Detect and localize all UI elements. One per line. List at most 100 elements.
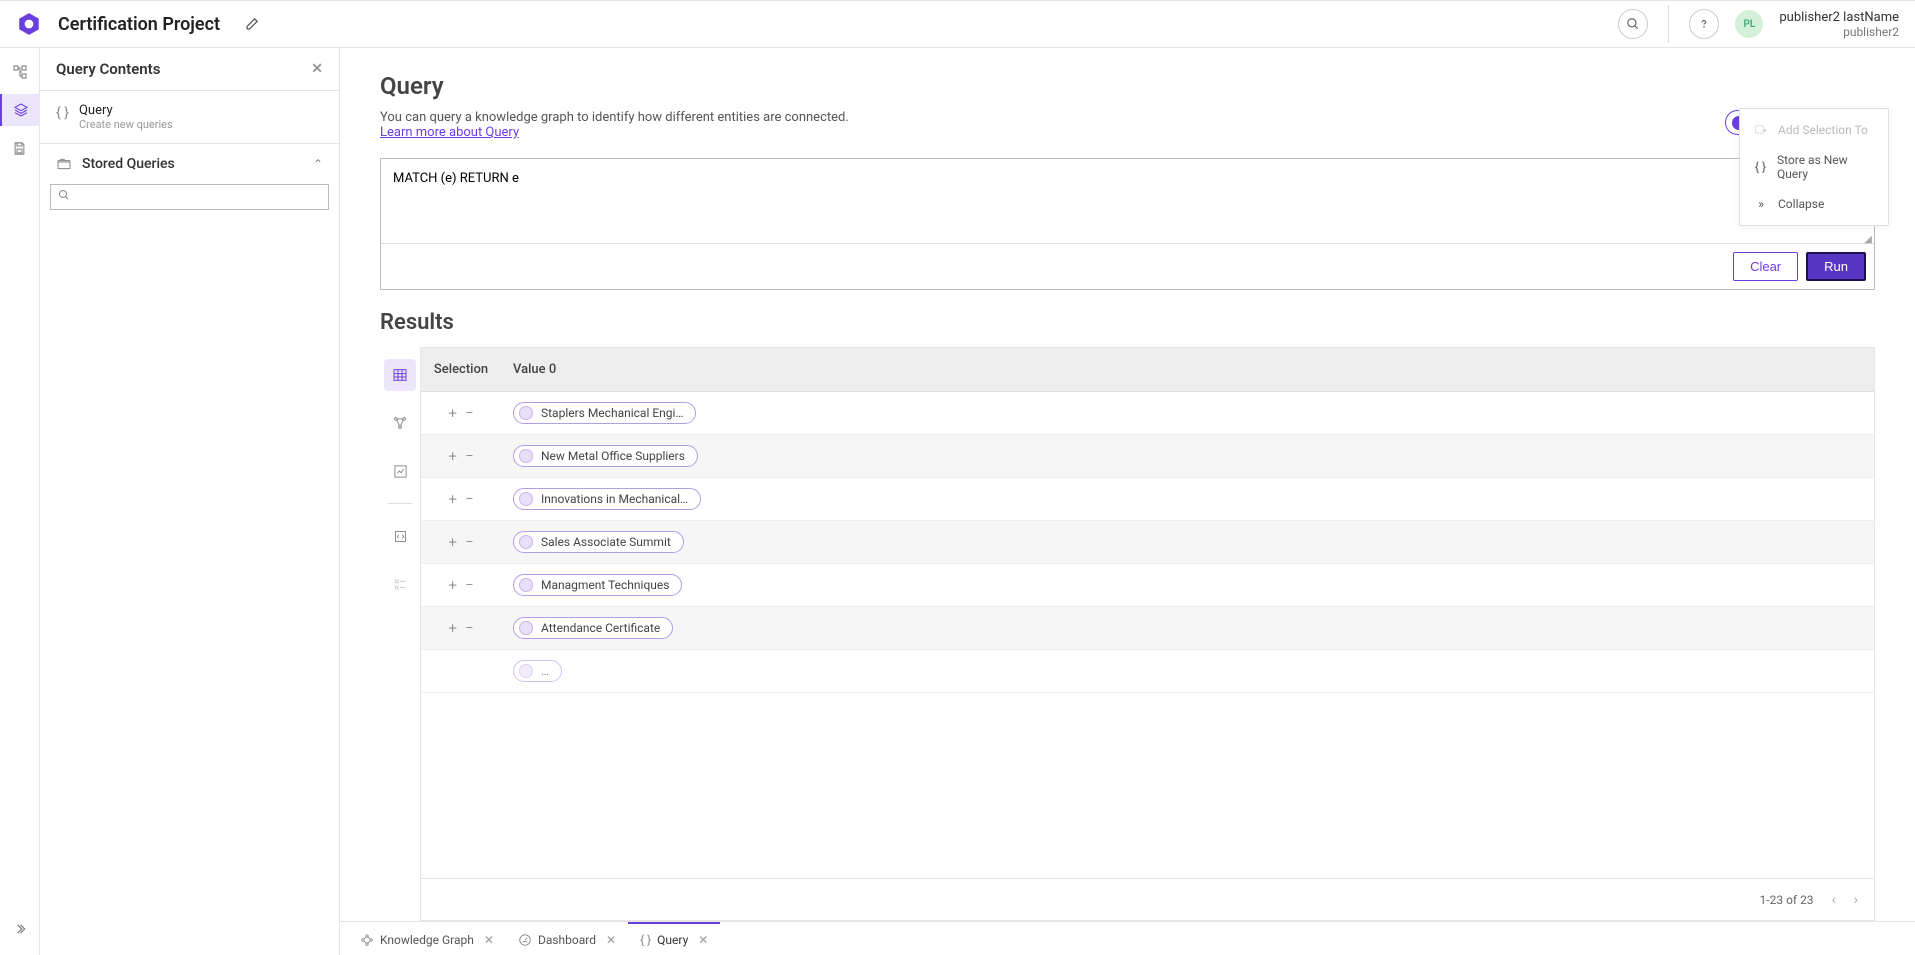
entity-dot-icon <box>519 578 533 592</box>
remove-icon[interactable]: − <box>465 490 474 508</box>
help-icon[interactable] <box>1689 9 1719 39</box>
project-title: Certification Project <box>58 14 220 35</box>
tab-label: Query <box>657 933 688 947</box>
value-cell: New Metal Office Suppliers <box>501 435 1874 478</box>
run-button[interactable]: Run <box>1806 252 1866 281</box>
results-title: Results <box>380 310 1875 335</box>
popover-store-query[interactable]: { } Store as New Query <box>1740 145 1888 189</box>
popover-add-selection-label: Add Selection To <box>1778 123 1868 137</box>
entity-pill[interactable]: Innovations in Mechanical… <box>513 488 701 510</box>
view-chart-icon[interactable] <box>384 455 416 487</box>
chevron-up-icon: ⌃ <box>313 157 323 171</box>
app-header: Certification Project PL publisher2 last… <box>0 0 1915 48</box>
add-icon[interactable]: + <box>448 447 456 465</box>
rail-expand-icon[interactable] <box>4 913 36 945</box>
collapse-icon: » <box>1754 197 1768 211</box>
entity-pill[interactable]: Managment Techniques <box>513 574 682 596</box>
divider <box>388 503 412 504</box>
view-graph-icon[interactable] <box>384 407 416 439</box>
stored-queries-header[interactable]: Stored Queries ⌃ <box>40 144 339 184</box>
main-area: Query You can query a knowledge graph to… <box>340 48 1915 955</box>
close-icon[interactable]: ✕ <box>311 61 323 77</box>
dashboard-icon <box>518 933 532 947</box>
page-title: Query <box>380 72 1875 100</box>
add-icon[interactable]: + <box>448 619 456 637</box>
sidebar-panel: Query Contents ✕ { } Query Create new qu… <box>40 48 340 955</box>
pagination-label: 1-23 of 23 <box>1760 893 1814 907</box>
add-icon[interactable]: + <box>448 533 456 551</box>
entity-dot-icon <box>519 492 533 506</box>
tab-query[interactable]: { }Query✕ <box>628 922 720 955</box>
add-icon[interactable]: + <box>448 576 456 594</box>
entity-label: Managment Techniques <box>541 578 669 592</box>
remove-icon[interactable]: − <box>465 447 474 465</box>
entity-label: … <box>541 664 549 678</box>
rail-item-save[interactable] <box>4 132 36 164</box>
clear-button[interactable]: Clear <box>1733 252 1798 281</box>
entity-pill[interactable]: Staplers Mechanical Engi… <box>513 402 696 424</box>
tab-dashboard[interactable]: Dashboard ✕ <box>506 922 628 955</box>
column-header-value0: Value 0 <box>501 348 1874 392</box>
user-info[interactable]: publisher2 lastName publisher2 <box>1779 10 1899 39</box>
view-list-icon[interactable] <box>384 568 416 600</box>
entity-pill[interactable]: New Metal Office Suppliers <box>513 445 698 467</box>
selection-cell: +− <box>421 392 501 435</box>
entity-pill[interactable]: Sales Associate Summit <box>513 531 684 553</box>
popover-store-query-label: Store as New Query <box>1777 153 1874 181</box>
tab-knowledge-graph[interactable]: Knowledge Graph✕ <box>348 922 506 955</box>
table-row: +− Managment Techniques <box>421 564 1874 607</box>
rail-item-layers[interactable] <box>0 94 40 126</box>
graph-icon <box>360 933 374 947</box>
braces-icon: { } <box>1754 160 1767 174</box>
selection-cell: +− <box>421 435 501 478</box>
entity-label: Attendance Certificate <box>541 621 660 635</box>
view-code-icon[interactable] <box>384 520 416 552</box>
query-box: ◢ Clear Run <box>380 158 1875 290</box>
entity-pill[interactable]: … <box>513 660 562 682</box>
results-table: Selection Value 0 +−Staplers Mechanical … <box>420 347 1875 921</box>
entity-label: Staplers Mechanical Engi… <box>541 406 683 420</box>
sidebar-item-query[interactable]: { } Query Create new queries <box>40 91 339 144</box>
remove-icon[interactable]: − <box>465 619 474 637</box>
rail-item-tree[interactable] <box>4 56 36 88</box>
add-icon[interactable]: + <box>448 404 456 422</box>
table-row: +− New Metal Office Suppliers <box>421 435 1874 478</box>
table-footer: 1-23 of 23 ‹ › <box>421 878 1874 920</box>
value-cell: Managment Techniques <box>501 564 1874 607</box>
user-name: publisher2 lastName <box>1779 10 1899 25</box>
sidebar-item-label: Query <box>79 103 173 118</box>
popover-collapse[interactable]: » Collapse <box>1740 189 1888 219</box>
entity-label: Sales Associate Summit <box>541 535 671 549</box>
view-table-icon[interactable] <box>384 359 416 391</box>
actions-popover: Add Selection To { } Store as New Query … <box>1739 108 1889 226</box>
query-textarea[interactable] <box>381 159 1874 239</box>
edit-icon[interactable] <box>244 17 259 32</box>
selection-cell: +− <box>421 478 501 521</box>
add-icon[interactable]: + <box>448 490 456 508</box>
value-cell: Innovations in Mechanical… <box>501 478 1874 521</box>
close-icon[interactable]: ✕ <box>606 933 616 947</box>
remove-icon[interactable]: − <box>465 533 474 551</box>
bottom-tabs: Knowledge Graph✕Dashboard✕{ }Query✕ <box>340 921 1915 955</box>
entity-dot-icon <box>519 535 533 549</box>
page-next-icon[interactable]: › <box>1854 892 1858 908</box>
remove-icon[interactable]: − <box>465 404 474 422</box>
tab-label: Dashboard <box>538 933 596 947</box>
avatar[interactable]: PL <box>1735 10 1763 38</box>
value-cell: Sales Associate Summit <box>501 521 1874 564</box>
page-prev-icon[interactable]: ‹ <box>1832 892 1836 908</box>
table-row: +− Innovations in Mechanical… <box>421 478 1874 521</box>
divider <box>1668 5 1669 43</box>
remove-icon[interactable]: − <box>465 576 474 594</box>
close-icon[interactable]: ✕ <box>698 933 708 947</box>
table-row: +… <box>421 650 1874 693</box>
search-icon[interactable] <box>1618 9 1648 39</box>
stored-queries-search-input[interactable] <box>50 184 329 210</box>
user-sub: publisher2 <box>1779 25 1899 39</box>
left-rail <box>0 48 40 955</box>
close-icon[interactable]: ✕ <box>484 933 494 947</box>
entity-pill[interactable]: Attendance Certificate <box>513 617 673 639</box>
app-logo[interactable] <box>16 11 42 37</box>
popover-add-selection: Add Selection To <box>1740 115 1888 145</box>
learn-more-link[interactable]: Learn more about Query <box>380 125 519 140</box>
